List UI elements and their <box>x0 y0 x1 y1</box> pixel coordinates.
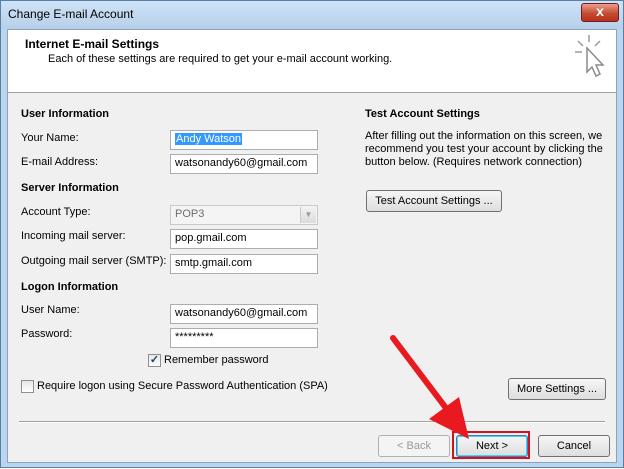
outgoing-mail-server-label: Outgoing mail server (SMTP): <box>21 255 167 267</box>
spa-label[interactable]: Require logon using Secure Password Auth… <box>37 380 328 392</box>
user-information-heading: User Information <box>21 108 110 120</box>
remember-password-checkbox[interactable]: ✓ <box>148 354 161 367</box>
email-address-label: E-mail Address: <box>21 156 99 168</box>
wizard-header: Internet E-mail Settings Each of these s… <box>8 30 616 93</box>
test-account-settings-button[interactable]: Test Account Settings ... <box>366 190 502 212</box>
password-input[interactable]: ********* <box>170 328 318 348</box>
footer-divider <box>19 421 605 423</box>
next-button-highlight <box>452 431 530 459</box>
account-type-value: POP3 <box>175 208 205 220</box>
cursor-click-icon <box>575 35 605 78</box>
cancel-button[interactable]: Cancel <box>538 435 610 457</box>
back-button[interactable]: < Back <box>378 435 450 457</box>
close-button[interactable]: x <box>581 3 619 22</box>
window-title: Change E-mail Account <box>8 7 134 21</box>
header-title: Internet E-mail Settings <box>25 37 160 51</box>
your-name-input[interactable]: Andy Watson <box>170 130 318 150</box>
close-icon: x <box>596 3 604 19</box>
account-type-select[interactable]: POP3 ▼ <box>170 205 318 225</box>
header-subtitle: Each of these settings are required to g… <box>48 53 393 65</box>
chevron-down-icon: ▼ <box>300 207 316 223</box>
server-information-heading: Server Information <box>21 182 119 194</box>
email-address-input[interactable]: watsonandy60@gmail.com <box>170 154 318 174</box>
your-name-value: Andy Watson <box>175 133 243 145</box>
change-email-account-dialog: Change E-mail Account x Internet E-mail … <box>0 0 624 468</box>
incoming-mail-server-label: Incoming mail server: <box>21 230 126 242</box>
dialog-client-area: Internet E-mail Settings Each of these s… <box>7 29 617 463</box>
test-account-description: After filling out the information on thi… <box>365 130 603 168</box>
test-account-settings-heading: Test Account Settings <box>365 108 480 120</box>
remember-password-label[interactable]: Remember password <box>164 354 269 366</box>
more-settings-button[interactable]: More Settings ... <box>508 378 606 400</box>
logon-information-heading: Logon Information <box>21 281 119 293</box>
user-name-input[interactable]: watsonandy60@gmail.com <box>170 304 318 324</box>
account-type-label: Account Type: <box>21 206 91 218</box>
your-name-label: Your Name: <box>21 132 79 144</box>
spa-checkbox[interactable] <box>21 380 34 393</box>
user-name-label: User Name: <box>21 304 80 316</box>
outgoing-mail-server-input[interactable]: smtp.gmail.com <box>170 254 318 274</box>
password-label: Password: <box>21 328 73 340</box>
title-bar[interactable]: Change E-mail Account x <box>1 1 623 29</box>
incoming-mail-server-input[interactable]: pop.gmail.com <box>170 229 318 249</box>
checkmark-icon: ✓ <box>149 354 160 366</box>
